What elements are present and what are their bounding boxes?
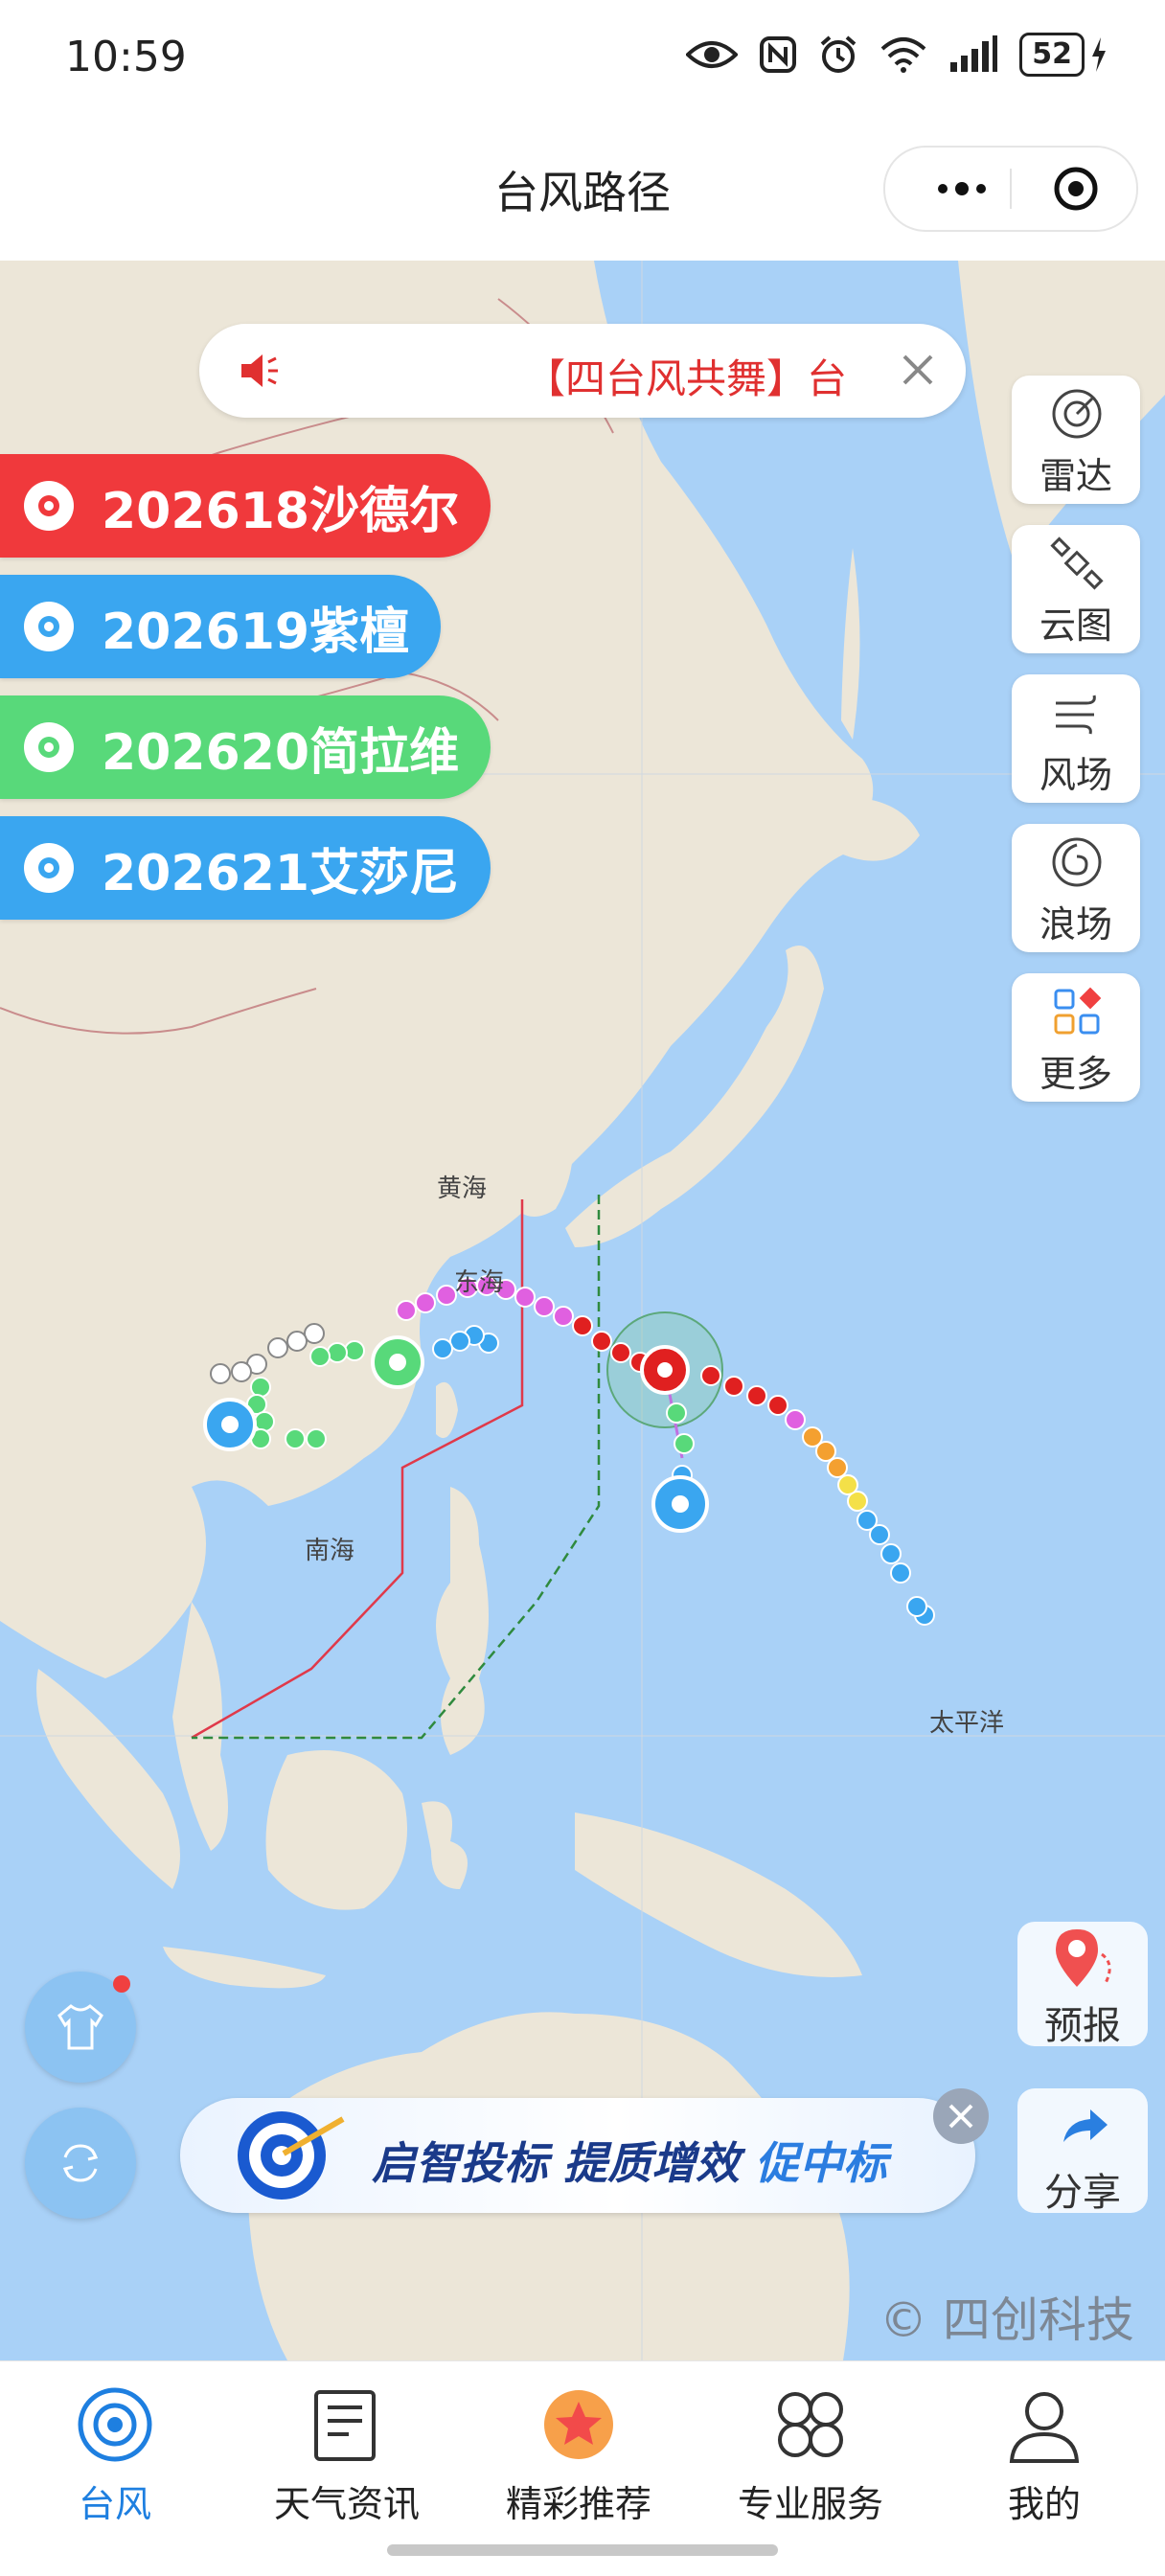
forecast-button[interactable]: 预报 xyxy=(1017,1922,1148,2048)
wave-icon xyxy=(1052,837,1102,887)
banner-close-button[interactable] xyxy=(933,2088,989,2144)
banner-text-highlight: 促中标 xyxy=(755,2137,888,2189)
tool-satellite[interactable]: 云图 xyxy=(1012,525,1140,653)
service-icon xyxy=(778,2392,843,2457)
close-icon[interactable] xyxy=(897,349,939,391)
nav-label: 专业服务 xyxy=(737,2483,883,2525)
typhoon-icon xyxy=(24,843,74,893)
more-icon[interactable] xyxy=(924,167,1000,211)
close-icon xyxy=(948,2104,973,2129)
nav-label: 台风 xyxy=(78,2483,151,2525)
tool-more[interactable]: 更多 xyxy=(1012,973,1140,1102)
wind-icon xyxy=(1056,695,1096,735)
news-icon xyxy=(314,2390,376,2461)
notice-bar[interactable]: 【四台风共舞】台 xyxy=(199,324,966,418)
tool-label: 更多 xyxy=(1039,1053,1112,1095)
tool-radar[interactable]: 雷达 xyxy=(1012,376,1140,504)
radar-icon xyxy=(1052,389,1102,439)
target-logo-icon xyxy=(238,2111,345,2200)
share-label: 分享 xyxy=(1044,2171,1121,2215)
skin-button[interactable] xyxy=(25,1972,136,2083)
ad-banner[interactable]: 启智投标 提质增效 促中标 xyxy=(180,2088,989,2213)
status-time: 10:59 xyxy=(65,33,187,81)
nav-service[interactable]: 专业服务 xyxy=(715,2375,906,2528)
status-bar: 10:59 52 xyxy=(0,0,1165,120)
mini-program-capsule xyxy=(883,146,1138,232)
typhoon-item-janlavi[interactable]: 202620简拉维 xyxy=(0,695,491,799)
typhoon-marker-aishani xyxy=(203,1398,257,1451)
notification-dot xyxy=(113,1975,130,1993)
refresh-icon xyxy=(62,2144,99,2182)
close-program-icon[interactable] xyxy=(1052,165,1100,213)
battery-level: 52 xyxy=(1019,33,1085,77)
tool-label: 浪场 xyxy=(1039,903,1112,946)
capsule-divider xyxy=(1010,169,1012,209)
typhoon-item-aishani[interactable]: 202621艾莎尼 xyxy=(0,816,491,920)
nav-news[interactable]: 天气资讯 xyxy=(251,2375,443,2528)
shirt-icon xyxy=(57,2004,103,2050)
typhoon-item-label: 202618沙德尔 xyxy=(102,482,460,540)
banner-text: 启智投标 提质增效 促中标 xyxy=(372,2129,887,2192)
typhoon-item-label: 202619紫檀 xyxy=(102,603,410,661)
typhoon-marker-janlavi xyxy=(371,1335,424,1389)
user-icon xyxy=(1009,2392,1080,2463)
eye-icon xyxy=(686,41,739,68)
typhoon-icon xyxy=(78,2387,152,2462)
share-button[interactable]: 分享 xyxy=(1017,2088,1148,2215)
nav-label: 天气资讯 xyxy=(273,2483,420,2525)
typhoon-map[interactable]: 黄海 东海 南海 太平洋 【四台风共舞】台 202618沙德尔 202619紫檀… xyxy=(0,261,1165,2360)
refresh-button[interactable] xyxy=(25,2108,136,2219)
typhoon-marker-shadel xyxy=(640,1345,690,1395)
nav-typhoon[interactable]: 台风 xyxy=(19,2375,211,2528)
typhoon-item-label: 202620简拉维 xyxy=(102,723,460,782)
typhoon-icon xyxy=(24,602,74,651)
satellite-icon xyxy=(1050,536,1104,590)
battery-indicator: 52 xyxy=(1019,33,1108,77)
nav-label: 精彩推荐 xyxy=(505,2483,651,2525)
banner-text-main: 启智投标 提质增效 xyxy=(372,2137,756,2189)
wifi-icon xyxy=(880,37,926,73)
label-pacific: 太平洋 xyxy=(929,1709,1005,1738)
typhoon-item-label: 202621艾莎尼 xyxy=(102,844,460,902)
grid-icon xyxy=(1054,987,1102,1035)
nfc-icon xyxy=(760,36,797,73)
nav-recommend[interactable]: 精彩推荐 xyxy=(483,2375,674,2528)
charging-icon xyxy=(1092,37,1106,72)
share-icon xyxy=(1063,2109,1108,2142)
typhoon-icon xyxy=(24,722,74,772)
forecast-pin-icon xyxy=(1056,1929,1111,1987)
signal-icon xyxy=(950,35,998,72)
typhoon-item-shadel[interactable]: 202618沙德尔 xyxy=(0,454,491,558)
typhoon-marker-zitan xyxy=(651,1475,709,1533)
typhoon-item-zitan[interactable]: 202619紫檀 xyxy=(0,575,441,678)
label-south-sea: 南海 xyxy=(305,1537,355,1565)
watermark: © 四创科技 xyxy=(879,2292,1134,2348)
forecast-label: 预报 xyxy=(1044,2004,1121,2048)
typhoon-icon xyxy=(24,481,74,531)
notice-text: 【四台风共舞】台 xyxy=(525,355,848,402)
title-bar: 台风路径 xyxy=(0,120,1165,261)
nav-profile[interactable]: 我的 xyxy=(948,2375,1140,2528)
nav-label: 我的 xyxy=(1007,2483,1081,2525)
tool-label: 云图 xyxy=(1039,604,1112,647)
status-icons: 52 xyxy=(686,33,1108,77)
alarm-icon xyxy=(820,35,857,73)
tool-label: 雷达 xyxy=(1039,455,1112,497)
label-east-sea: 东海 xyxy=(454,1268,505,1297)
tool-label: 风场 xyxy=(1039,754,1112,796)
tool-wind[interactable]: 风场 xyxy=(1012,674,1140,803)
home-indicator[interactable] xyxy=(387,2544,778,2556)
speaker-icon xyxy=(241,354,278,387)
tool-wave[interactable]: 浪场 xyxy=(1012,824,1140,952)
star-icon xyxy=(544,2390,613,2459)
label-yellow-sea: 黄海 xyxy=(437,1174,488,1203)
